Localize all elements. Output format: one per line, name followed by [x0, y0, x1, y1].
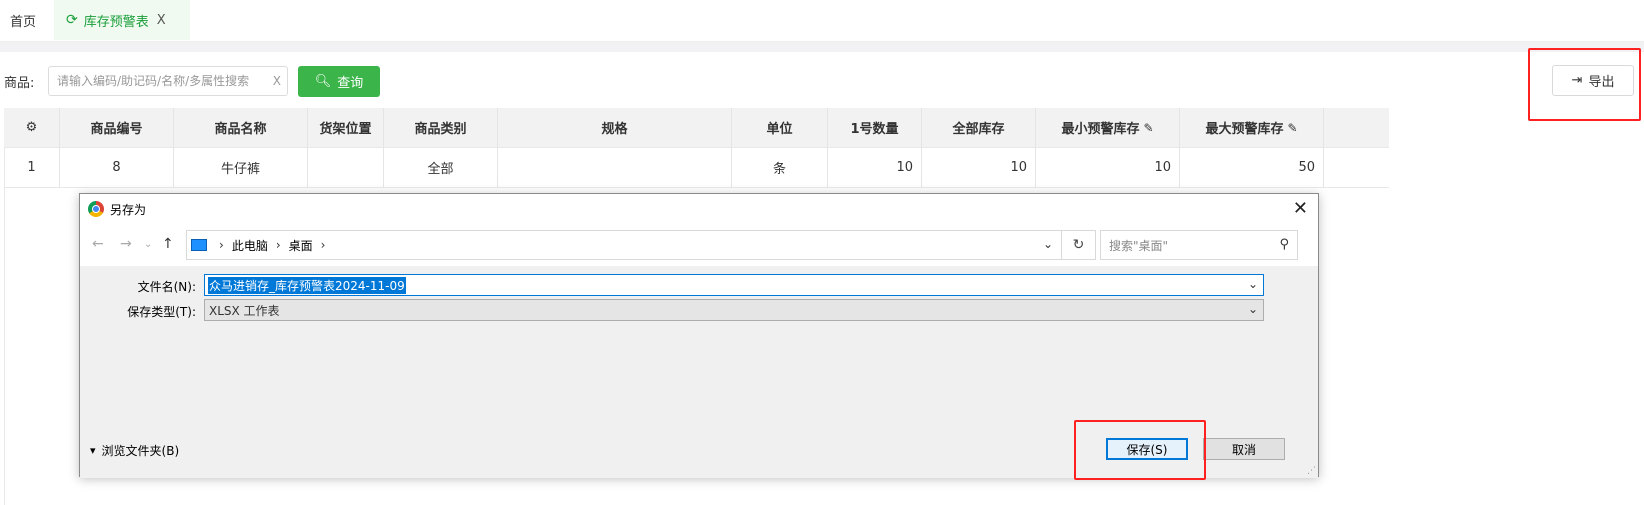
- filetype-select[interactable]: XLSX 工作表 ⌄: [204, 299, 1264, 321]
- column-header-label: 商品编号: [90, 122, 143, 137]
- chevron-down-icon[interactable]: ⌄: [1043, 237, 1053, 251]
- filename-value: 众马进销存_库存预警表2024-11-09: [208, 276, 406, 294]
- cell-qty1: 10: [828, 148, 922, 187]
- tab-home-label: 首页: [10, 14, 37, 30]
- chevron-right-icon[interactable]: ›: [276, 238, 281, 252]
- column-header-qty1[interactable]: 1号数量: [828, 108, 922, 147]
- chevron-down-icon[interactable]: ⌄: [1248, 277, 1258, 291]
- folder-search-input[interactable]: 搜索"桌面" ⚲: [1100, 230, 1298, 260]
- column-header-label: 商品类别: [414, 122, 467, 137]
- page: 首页 ⟳ 库存预警表 X 商品: 请输入编码/助记码/名称/多属性搜索 X 🔍︎…: [0, 0, 1644, 505]
- column-header-label: 商品名称: [214, 122, 267, 137]
- column-header-max[interactable]: 最大预警库存 ✎: [1180, 108, 1324, 147]
- column-header-seq[interactable]: ⚙: [4, 108, 60, 147]
- column-header-category[interactable]: 商品类别: [384, 108, 498, 147]
- table-body: 1 8 牛仔裤 全部条 10 10 10 50: [4, 148, 1389, 188]
- cell-total: 10: [922, 148, 1036, 187]
- tab-home[interactable]: 首页: [10, 0, 36, 40]
- goods-search-input[interactable]: 请输入编码/助记码/名称/多属性搜索 X: [48, 66, 288, 96]
- column-header-label: 全部库存: [952, 122, 1005, 137]
- dialog-nav-bar: ← → ⌄ ↑ › 此电脑 › 桌面 › ⌄ ↻ 搜索"桌面" ⚲: [80, 224, 1318, 266]
- table-header-row: ⚙ 商品编号 商品名称 货架位置 商品类别 规格 单位 1号数量 全部库存 最小预警库存 ✎ 最大预警…: [4, 108, 1389, 148]
- column-header-min[interactable]: 最小预警库存 ✎: [1036, 108, 1180, 147]
- column-header-code[interactable]: 商品编号: [60, 108, 174, 147]
- gear-icon[interactable]: ⚙: [26, 120, 38, 135]
- cell-unit: 条: [732, 148, 828, 187]
- resize-grip-icon[interactable]: ⋰: [1307, 466, 1316, 476]
- column-header-label: 单位: [766, 122, 793, 137]
- edit-icon[interactable]: ✎: [1143, 121, 1153, 135]
- refresh-icon[interactable]: ⟳: [66, 12, 78, 28]
- folder-search-placeholder: 搜索"桌面": [1109, 238, 1169, 253]
- search-icon: 🔍︎: [314, 74, 332, 89]
- chevron-down-icon[interactable]: ⌄: [1248, 302, 1258, 316]
- cell-seq: 1: [4, 148, 60, 187]
- column-header-total[interactable]: 全部库存: [922, 108, 1036, 147]
- dialog-title: 另存为: [110, 202, 147, 217]
- column-header-spec[interactable]: 规格: [498, 108, 732, 147]
- filetype-value: XLSX 工作表: [209, 303, 280, 318]
- forward-arrow-icon[interactable]: →: [120, 236, 132, 252]
- query-label: 查询: [337, 76, 364, 91]
- tab-bar: 首页 ⟳ 库存预警表 X: [0, 0, 1644, 42]
- tab-active-label: 库存预警表: [83, 14, 149, 30]
- breadcrumb-this-pc[interactable]: 此电脑: [232, 237, 268, 254]
- chevron-right-icon[interactable]: ›: [219, 238, 224, 252]
- computer-icon: [191, 239, 207, 251]
- recent-chevron-icon[interactable]: ⌄: [144, 239, 152, 250]
- column-header-unit[interactable]: 单位: [732, 108, 828, 147]
- chevron-right-icon[interactable]: ›: [321, 238, 326, 252]
- cell-max: 50: [1180, 148, 1324, 187]
- dialog-title-bar: 另存为 ✕: [80, 194, 1318, 224]
- up-arrow-icon[interactable]: ↑: [162, 236, 174, 252]
- goods-label: 商品:: [4, 76, 35, 91]
- cell-name: 牛仔裤: [174, 148, 308, 187]
- chevron-down-icon: ▾: [90, 444, 96, 457]
- inventory-table: ⚙ 商品编号 商品名称 货架位置 商品类别 规格 单位 1号数量 全部库存 最小预警库存 ✎ 最大预警…: [4, 108, 1389, 188]
- refresh-button[interactable]: ↻: [1062, 230, 1096, 260]
- column-header-label: 最小预警库存: [1061, 122, 1140, 137]
- column-header-label: 货架位置: [319, 122, 372, 137]
- filename-input[interactable]: 众马进销存_库存预警表2024-11-09 ⌄: [204, 274, 1264, 296]
- breadcrumb-desktop[interactable]: 桌面: [289, 237, 313, 254]
- cell-category: 全部: [384, 148, 498, 187]
- back-arrow-icon[interactable]: ←: [92, 236, 104, 252]
- column-header-shelf[interactable]: 货架位置: [308, 108, 384, 147]
- edit-icon[interactable]: ✎: [1287, 121, 1297, 135]
- browse-folders-toggle[interactable]: ▾ 浏览文件夹(B): [90, 442, 179, 459]
- search-placeholder: 请输入编码/助记码/名称/多属性搜索: [57, 74, 250, 88]
- close-tab-icon[interactable]: X: [157, 13, 166, 28]
- browse-label: 浏览文件夹(B): [101, 444, 180, 458]
- cell-code: 8: [60, 148, 174, 187]
- column-header-label: 1号数量: [850, 122, 899, 137]
- column-header-label: 规格: [601, 122, 628, 137]
- dialog-close-icon[interactable]: ✕: [1293, 198, 1308, 219]
- divider-strip: [0, 42, 1644, 52]
- column-header-label: 最大预警库存: [1205, 122, 1284, 137]
- cancel-button[interactable]: 取消: [1203, 438, 1285, 460]
- cell-min: 10: [1036, 148, 1180, 187]
- filename-label: 文件名(N):: [137, 280, 196, 294]
- cell-shelf: [308, 148, 384, 187]
- address-bar[interactable]: › 此电脑 › 桌面 › ⌄: [186, 230, 1062, 260]
- cell-spec: [498, 148, 732, 187]
- filetype-label: 保存类型(T):: [127, 305, 196, 319]
- highlight-box-export: [1528, 48, 1641, 121]
- refresh-icon: ↻: [1072, 237, 1085, 253]
- cancel-label: 取消: [1231, 442, 1256, 457]
- tab-inventory-warning[interactable]: ⟳ 库存预警表 X: [54, 0, 190, 40]
- chrome-icon: [88, 201, 104, 217]
- query-button[interactable]: 🔍︎ 查询: [298, 66, 380, 97]
- column-header-name[interactable]: 商品名称: [174, 108, 308, 147]
- clear-icon[interactable]: X: [273, 67, 281, 95]
- table-row[interactable]: 1 8 牛仔裤 全部条 10 10 10 50: [4, 148, 1389, 188]
- search-icon: ⚲: [1279, 237, 1289, 252]
- highlight-box-save: [1074, 420, 1206, 480]
